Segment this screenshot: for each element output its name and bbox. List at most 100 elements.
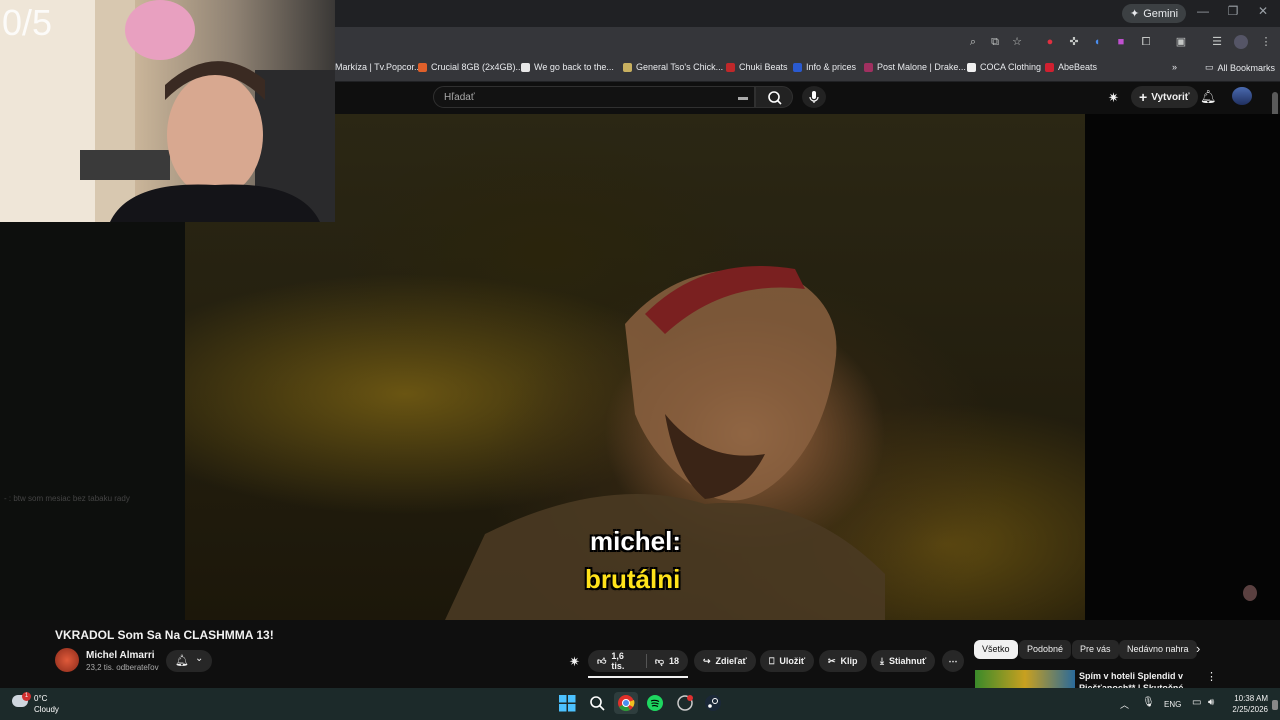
- download-button[interactable]: ⤓ Stiahnuť: [871, 650, 936, 672]
- more-dots-icon: ⋯: [948, 655, 958, 666]
- share-arrow-icon: ↪: [703, 655, 711, 666]
- voice-search-button[interactable]: [802, 86, 826, 108]
- channel-name[interactable]: Michel Almarri: [86, 650, 155, 661]
- more-bookmarks-chevron-icon[interactable]: »: [1172, 62, 1177, 72]
- thumbs-up-icon[interactable]: 👍︎: [597, 656, 606, 667]
- search-icon: [768, 91, 782, 105]
- close-button[interactable]: ✕: [1248, 4, 1278, 18]
- channel-avatar[interactable]: [55, 648, 79, 672]
- bookmark-item[interactable]: Info & prices: [793, 62, 856, 72]
- dislike-count[interactable]: 18: [669, 656, 679, 666]
- more-actions-button[interactable]: ⋯: [942, 650, 964, 672]
- browser-menu-icon[interactable]: ⋮: [1259, 35, 1273, 49]
- chevron-down-icon: ⌄: [195, 653, 204, 664]
- taskbar-clock[interactable]: 10:38 AM 2/25/2026: [1222, 693, 1268, 715]
- profile-avatar[interactable]: [1234, 35, 1248, 49]
- gem-sparkle-icon[interactable]: ✷: [1108, 90, 1119, 106]
- thumbs-down-icon[interactable]: 👎︎: [655, 656, 664, 667]
- bookmark-item[interactable]: We go back to the...: [521, 62, 614, 72]
- chip-similar[interactable]: Podobné: [1019, 640, 1072, 659]
- plus-icon: +: [1139, 89, 1148, 105]
- subscription-bell-button[interactable]: 🔔︎ ⌄: [166, 650, 212, 672]
- bookmark-item[interactable]: Post Malone | Drake...: [864, 62, 966, 72]
- extension-gray-icon[interactable]: ✜: [1067, 35, 1081, 49]
- zoom-icon[interactable]: ⌕: [966, 35, 980, 49]
- caption-speaker: michel:: [590, 526, 682, 556]
- chevron-right-icon[interactable]: ›: [1196, 641, 1200, 656]
- bookmark-star-icon[interactable]: ☆: [1010, 35, 1024, 49]
- bookmark-favicon-icon: [864, 62, 873, 72]
- gemini-icon: ✦: [1130, 8, 1140, 20]
- related-video-title[interactable]: Spím v hoteli Splendid v Piešťanoch** | …: [1079, 670, 1194, 688]
- bookmark-favicon-icon: [418, 62, 427, 72]
- chip-all[interactable]: Všetko: [974, 640, 1018, 659]
- search-button[interactable]: [755, 86, 793, 108]
- bookmark-item[interactable]: COCA Clothing: [967, 62, 1041, 72]
- scissors-icon: ✂: [828, 655, 836, 666]
- weather-widget[interactable]: 0°C Cloudy: [34, 693, 59, 715]
- right-dark-panel: [1085, 114, 1280, 620]
- bookmark-item[interactable]: AbeBeats: [1045, 62, 1097, 72]
- video-title: VKRADOL Som Sa Na CLASHMMA 13!: [55, 628, 274, 642]
- bookmark-item[interactable]: Crucial 8GB (2x4GB)...: [418, 62, 523, 72]
- notifications-bell-icon[interactable]: 🔔︎: [1200, 89, 1217, 105]
- chip-for-you[interactable]: Pre vás: [1072, 640, 1119, 659]
- chip-recently-uploaded[interactable]: Nedávno nahra: [1119, 640, 1197, 659]
- extension-sound-icon[interactable]: ◖: [1090, 35, 1104, 49]
- left-dark-panel: [0, 222, 185, 620]
- tray-overflow-chevron-icon[interactable]: ︿: [1120, 698, 1129, 711]
- search-input[interactable]: Hľadať ▬: [433, 86, 755, 108]
- volume-icon[interactable]: 🔊︎: [1208, 697, 1214, 708]
- install-app-icon[interactable]: ⧉: [988, 35, 1002, 49]
- side-panel-icon[interactable]: ▣: [1174, 35, 1188, 49]
- save-button[interactable]: ⎕ Uložiť: [760, 650, 815, 672]
- subscriber-count: 23,2 tis. odberateľov: [86, 663, 159, 672]
- bookmark-icon: ⎕: [769, 655, 775, 666]
- weather-alert-badge: 1: [22, 692, 31, 701]
- bookmark-favicon-icon: [793, 62, 802, 72]
- share-button[interactable]: ↪ Zdieľať: [694, 650, 756, 672]
- reading-list-icon[interactable]: ☰: [1210, 35, 1224, 49]
- bookmark-favicon-icon: [521, 62, 530, 72]
- like-dislike-group: 👍︎ 1,6 tis. 👎︎ 18: [588, 650, 688, 672]
- bookmark-favicon-icon: [623, 62, 632, 72]
- language-indicator[interactable]: ENG: [1164, 700, 1181, 709]
- app-with-badge-icon[interactable]: [676, 694, 696, 714]
- folder-icon: ▭: [1205, 62, 1214, 72]
- clip-button[interactable]: ✂ Klip: [819, 650, 867, 672]
- windows-start-icon[interactable]: [558, 694, 578, 714]
- bell-icon: 🔔︎: [175, 655, 189, 667]
- spotify-icon[interactable]: [646, 694, 666, 714]
- gemini-button[interactable]: ✦ Gemini: [1122, 4, 1187, 23]
- related-more-icon[interactable]: ⋮: [1206, 670, 1217, 683]
- steam-icon[interactable]: [704, 694, 724, 714]
- bookmark-item[interactable]: General Tso's Chick...: [623, 62, 723, 72]
- network-icon[interactable]: ▭: [1192, 697, 1201, 708]
- extension-red-icon[interactable]: ●: [1043, 35, 1057, 49]
- bookmark-favicon-icon: [1045, 62, 1054, 72]
- caption-text: brutálni: [585, 564, 681, 594]
- account-avatar[interactable]: [1232, 87, 1252, 105]
- extensions-puzzle-icon[interactable]: ⧠: [1139, 35, 1153, 49]
- maximize-button[interactable]: ❐: [1218, 4, 1248, 18]
- gem-sparkle-icon[interactable]: ✷: [569, 654, 580, 670]
- tray-microphone-icon[interactable]: 🎙︎: [1142, 697, 1155, 708]
- extension-purple-icon[interactable]: ■: [1114, 35, 1128, 49]
- chrome-icon[interactable]: [614, 692, 638, 714]
- bookmark-item[interactable]: Markíza | Tv.Popcor...: [322, 62, 422, 72]
- stream-chat-line: - : btw som mesiac bez tabaku rady: [4, 494, 130, 503]
- related-video-thumbnail[interactable]: [975, 670, 1075, 688]
- all-bookmarks-folder[interactable]: ▭ All Bookmarks: [1205, 62, 1275, 73]
- taskbar-search-icon[interactable]: [588, 694, 608, 714]
- divider: [645, 654, 647, 668]
- notification-bell-icon[interactable]: [1272, 700, 1278, 710]
- like-ratio-bar: [588, 676, 688, 678]
- like-count[interactable]: 1,6 tis.: [611, 651, 637, 671]
- keyboard-icon[interactable]: ▬: [738, 87, 748, 109]
- create-button[interactable]: + Vytvoriť: [1131, 86, 1198, 108]
- bookmark-favicon-icon: [967, 62, 976, 72]
- bookmark-item[interactable]: Chuki Beats: [726, 62, 788, 72]
- challenge-counter: 0/5: [2, 2, 53, 43]
- microphone-icon: [809, 91, 819, 103]
- minimize-button[interactable]: —: [1188, 4, 1218, 18]
